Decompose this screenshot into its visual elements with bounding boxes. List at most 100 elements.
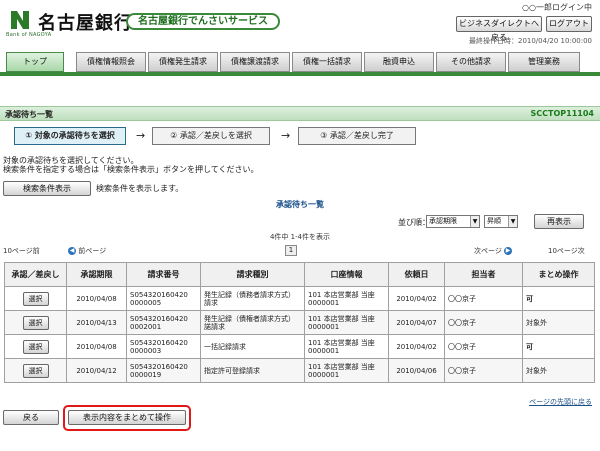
column-header: 請求種別 bbox=[200, 262, 305, 287]
instruction-line-1: 対象の承認待ちを選択してください。 bbox=[3, 156, 139, 165]
search-conditions-button[interactable]: 検索条件表示 bbox=[3, 181, 91, 196]
request-type-cell: 指定許可登録請求 bbox=[200, 358, 305, 383]
request-number-line: 0000003 bbox=[130, 346, 162, 355]
arrow-left-icon: ◀ bbox=[68, 247, 76, 255]
account-cell: 101 本店営業部 当座 0000001 bbox=[304, 358, 389, 383]
table-header-row: 承認／差戻し 承認期限 請求番号 請求種別 口座情報 依頼日 担当者 まとめ操作 bbox=[4, 262, 595, 287]
column-header: まとめ操作 bbox=[522, 262, 595, 287]
highlight-box bbox=[63, 405, 191, 431]
bank-logo-icon bbox=[11, 11, 29, 29]
column-header: 承認／差戻し bbox=[4, 262, 67, 287]
tab-transfer[interactable]: 債権譲渡請求 bbox=[220, 52, 290, 72]
arrow-right-icon: ▶ bbox=[504, 247, 513, 255]
tab-top[interactable]: トップ bbox=[6, 52, 64, 72]
table-row: 選択 2010/04/12 S054320160420 0000019 指定許可登… bbox=[4, 358, 595, 383]
tab-other[interactable]: その他請求 bbox=[436, 52, 506, 72]
sort-order-select[interactable]: 昇順 ▼ bbox=[484, 215, 518, 228]
prev-10-pages: 10ページ前 bbox=[3, 247, 40, 255]
request-number-line: S054320160420 bbox=[130, 338, 188, 347]
column-header: 依頼日 bbox=[388, 262, 445, 287]
deadline-cell: 2010/04/08 bbox=[66, 286, 127, 311]
select-button[interactable]: 選択 bbox=[22, 339, 49, 354]
prev-page-label: 前ページ bbox=[78, 247, 107, 255]
search-note: 検索条件を表示します。 bbox=[96, 184, 184, 193]
back-button[interactable]: 戻る bbox=[3, 410, 59, 425]
request-number-cell: S054320160420 0002001 bbox=[126, 310, 201, 335]
request-date-cell: 2010/04/02 bbox=[388, 334, 445, 359]
prev-page-link: ◀ 前ページ bbox=[68, 246, 106, 256]
account-line: 0000001 bbox=[308, 298, 340, 307]
deadline-cell: 2010/04/13 bbox=[66, 310, 127, 335]
tab-underline bbox=[0, 72, 600, 76]
request-type-cell: 発生記録（債務者請求方式） 請求 bbox=[200, 286, 305, 311]
person-cell: 〇〇京子 bbox=[444, 286, 523, 311]
request-type-line: 発生記録（債権者請求方式） bbox=[204, 314, 295, 323]
select-cell: 選択 bbox=[4, 310, 67, 335]
request-number-cell: S054320160420 0000019 bbox=[126, 358, 201, 383]
select-cell: 選択 bbox=[4, 334, 67, 359]
table-row: 選択 2010/04/08 S054320160420 0000005 発生記録（… bbox=[4, 286, 595, 311]
request-number-cell: S054320160420 0000005 bbox=[126, 286, 201, 311]
request-type-line: 諾請求 bbox=[204, 322, 225, 331]
page-title: 承認待ち一覧 bbox=[5, 110, 53, 119]
deadline-cell: 2010/04/12 bbox=[66, 358, 127, 383]
request-number-line: 0000005 bbox=[130, 298, 162, 307]
select-cell: 選択 bbox=[4, 358, 67, 383]
request-number-line: 0002001 bbox=[130, 322, 162, 331]
request-number-line: S054320160420 bbox=[130, 362, 188, 371]
account-line: 0000001 bbox=[308, 322, 340, 331]
request-date-cell: 2010/04/06 bbox=[388, 358, 445, 383]
page-number: 1 bbox=[285, 245, 297, 256]
chevron-down-icon: ▼ bbox=[508, 216, 517, 227]
person-cell: 〇〇京子 bbox=[444, 310, 523, 335]
instruction-line-2: 検索条件を指定する場合は「検索条件表示」ボタンを押してください。 bbox=[3, 165, 259, 174]
step-arrow-icon: → bbox=[281, 129, 291, 142]
column-header: 承認期限 bbox=[66, 262, 127, 287]
redisplay-button[interactable]: 再表示 bbox=[534, 214, 584, 229]
sort-field-value: 承認期限 bbox=[429, 217, 457, 225]
column-header: 口座情報 bbox=[304, 262, 389, 287]
header: Bank of NAGOYA 名古屋銀行 名古屋銀行でんさいサービス ○○一郎ロ… bbox=[0, 0, 600, 48]
select-button[interactable]: 選択 bbox=[22, 315, 49, 330]
sort-field-select[interactable]: 承認期限 ▼ bbox=[426, 215, 480, 228]
approval-list-table: 承認／差戻し 承認期限 請求番号 請求種別 口座情報 依頼日 担当者 まとめ操作… bbox=[4, 262, 595, 383]
request-date-cell: 2010/04/02 bbox=[388, 286, 445, 311]
deadline-cell: 2010/04/08 bbox=[66, 334, 127, 359]
account-cell: 101 本店営業部 当座 0000001 bbox=[304, 286, 389, 311]
request-type-line: 発生記録（債務者請求方式） bbox=[204, 290, 295, 299]
account-line: 101 本店営業部 当座 bbox=[308, 314, 375, 323]
request-type-cell: 一括記録請求 bbox=[200, 334, 305, 359]
tab-issue[interactable]: 債権発生請求 bbox=[148, 52, 218, 72]
request-date-cell: 2010/04/07 bbox=[388, 310, 445, 335]
select-button[interactable]: 選択 bbox=[22, 363, 49, 378]
login-user: ○○一郎ログイン中 bbox=[522, 3, 592, 12]
table-row: 選択 2010/04/13 S054320160420 0002001 発生記録（… bbox=[4, 310, 595, 335]
account-cell: 101 本店営業部 当座 0000001 bbox=[304, 310, 389, 335]
logout-button[interactable]: ログアウト bbox=[546, 16, 592, 32]
next-10-pages: 10ページ次 bbox=[548, 247, 585, 255]
tab-loan[interactable]: 融資申込 bbox=[364, 52, 434, 72]
select-button[interactable]: 選択 bbox=[22, 291, 49, 306]
column-header: 担当者 bbox=[444, 262, 523, 287]
tab-batch[interactable]: 債権一括請求 bbox=[292, 52, 362, 72]
batch-status-cell: 可 bbox=[522, 334, 595, 359]
request-number-line: 0000019 bbox=[130, 370, 162, 379]
title-bar: 承認待ち一覧 SCCTOP11104 bbox=[0, 106, 600, 121]
account-line: 101 本店営業部 当座 bbox=[308, 362, 375, 371]
person-cell: 〇〇京子 bbox=[444, 334, 523, 359]
back-to-top-link[interactable]: ページの先頭に戻る bbox=[529, 397, 592, 407]
table-row: 選択 2010/04/08 S054320160420 0000003 一括記録請… bbox=[4, 334, 595, 359]
tab-admin[interactable]: 管理業務 bbox=[508, 52, 580, 72]
account-line: 101 本店営業部 当座 bbox=[308, 338, 375, 347]
select-cell: 選択 bbox=[4, 286, 67, 311]
result-count: 4件中 1-4件を表示 bbox=[269, 233, 331, 241]
bank-name: 名古屋銀行 bbox=[38, 13, 133, 34]
next-page-label: 次ページ bbox=[474, 247, 502, 255]
tab-inquiry[interactable]: 債権情報照会 bbox=[76, 52, 146, 72]
chevron-down-icon: ▼ bbox=[470, 216, 479, 227]
request-type-line: 一括記録請求 bbox=[204, 342, 246, 351]
business-direct-button[interactable]: ビジネスダイレクトへ戻る bbox=[456, 16, 542, 42]
account-cell: 101 本店営業部 当座 0000001 bbox=[304, 334, 389, 359]
service-name-badge: 名古屋銀行でんさいサービス bbox=[126, 13, 280, 30]
request-type-cell: 発生記録（債権者請求方式） 諾請求 bbox=[200, 310, 305, 335]
